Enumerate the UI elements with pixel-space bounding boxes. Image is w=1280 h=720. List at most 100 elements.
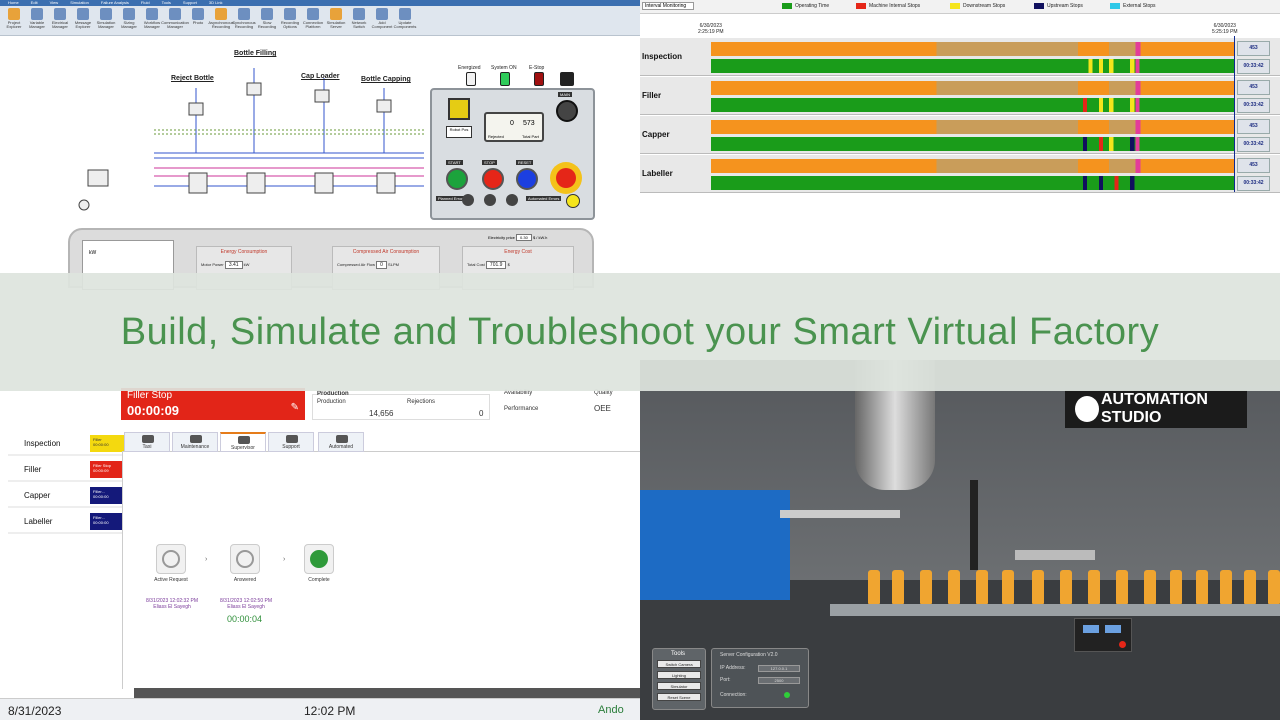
tab-taxi[interactable]: Taxi (124, 432, 170, 452)
answered-stamp: 8/31/2023 12:02:50 PM Eliass El Sayegh (220, 598, 272, 610)
bottle (868, 570, 880, 604)
sizing-manager-button[interactable]: Sizing Manager (119, 8, 139, 29)
simulation-manager-button[interactable]: Simulation Manager (96, 8, 116, 29)
bottle (1244, 570, 1256, 604)
update-icon (399, 8, 411, 20)
tab-home[interactable]: Home (8, 0, 19, 6)
pneumatic-cylinder (780, 510, 900, 518)
tab-support[interactable]: Support (183, 0, 197, 6)
tab-view[interactable]: View (50, 0, 59, 6)
taskbar: 8/31/2023 12:02 PM Ando (0, 698, 640, 720)
cycle-button[interactable] (448, 98, 470, 120)
andon-brand: Ando (598, 704, 624, 716)
bottle (892, 570, 904, 604)
workflow-manager-button[interactable]: Workflow Manager (142, 8, 162, 29)
support-icon (286, 435, 298, 443)
ip-address-field[interactable]: 127.0.0.1 (758, 665, 800, 672)
stop-duration: 00:33:42 (1237, 137, 1270, 152)
connection-status-dot (784, 692, 790, 698)
communication-manager-button[interactable]: Communication Manager (161, 8, 189, 29)
gauge-icon (236, 550, 254, 568)
stop-button[interactable] (482, 168, 504, 190)
selector-knob-3[interactable] (506, 194, 518, 206)
switch-camera-button[interactable]: Switch Camera (657, 660, 701, 668)
bottle (1144, 570, 1156, 604)
tab-supervisor[interactable]: Supervisor (220, 432, 266, 452)
tab-automated[interactable]: Automated (318, 432, 364, 452)
system-on-light (500, 72, 510, 86)
electrical-manager-button[interactable]: Electrical Manager (50, 8, 70, 29)
ribbon-buttons: Project Explorer Variable Manager Electr… (0, 6, 640, 31)
view-dropdown[interactable]: Interval Monitoring (642, 2, 694, 10)
tab-3d-link[interactable]: 3D Link (209, 0, 223, 6)
shift-bar (711, 42, 1235, 56)
connection-platform-button[interactable]: Connection Platform (303, 8, 323, 29)
start-button[interactable] (446, 168, 468, 190)
options-icon (284, 8, 296, 20)
bottle (1196, 570, 1208, 604)
port-field[interactable]: 2500 (758, 677, 800, 684)
shift-bar (711, 120, 1235, 134)
add-component-button[interactable]: Add Component (372, 8, 392, 29)
machine-list-item[interactable]: Inspection Filler 00:00:00 (8, 430, 128, 456)
sync-recording-button[interactable]: Synchronous Recording (232, 8, 256, 29)
timeline-row[interactable]: Filler 453 00:33:42 (640, 77, 1280, 115)
record-icon (238, 8, 250, 20)
horizontal-scrollbar[interactable] (134, 688, 640, 698)
project-icon (8, 8, 20, 20)
3d-simulation-view: AUTOMATION STUDIO Tools Switch Camera Li… (640, 360, 1280, 720)
update-components-button[interactable]: Update Components (394, 8, 416, 29)
tab-fluid[interactable]: Fluid (141, 0, 150, 6)
network-switch-button[interactable]: Network Switch (349, 8, 369, 29)
reset-scene-button[interactable]: Reset Scene (657, 693, 701, 701)
main-switch[interactable] (556, 100, 578, 122)
machine-list: Inspection Filler 00:00:00 Filler Filler Sto… (8, 430, 128, 534)
tab-edit[interactable]: Edit (31, 0, 38, 6)
timeline-row[interactable]: Labeller 453 00:33:42 (640, 155, 1280, 193)
robot-pos-display: Robot Pos (446, 126, 472, 138)
variable-manager-button[interactable]: Variable Manager (27, 8, 47, 29)
simulator-button[interactable]: Simulator (657, 682, 701, 690)
stop-duration: 00:33:42 (1237, 98, 1270, 113)
legend-operating: Operating Time (782, 3, 829, 9)
reset-button[interactable] (516, 168, 538, 190)
filler-stop-alert[interactable]: Filler Stop 00:00:09 ✎ (121, 388, 305, 420)
machine-name: Inspection (24, 439, 61, 448)
tab-simulation[interactable]: Simulation (70, 0, 89, 6)
automation-studio-logo: AUTOMATION STUDIO (1065, 390, 1247, 428)
timeline-row[interactable]: Inspection 453 00:33:42 (640, 38, 1280, 76)
lighting-button[interactable]: Lighting (657, 671, 701, 679)
counter-display: 0 573 Rejected Total Part (484, 112, 544, 142)
tab-tools[interactable]: Tools (162, 0, 171, 6)
bottle (1170, 570, 1182, 604)
machine-list-item[interactable]: Filler Filler Stop 00:00:09 (8, 456, 128, 482)
tab-maintenance[interactable]: Maintenance (172, 432, 218, 452)
legend-upstream: Upstream Stops (1034, 3, 1083, 9)
recording-options-button[interactable]: Recording Options (280, 8, 300, 29)
message-explorer-button[interactable]: Message Explorer (73, 8, 93, 29)
machine-list-item[interactable]: Capper Filler... 00:00:00 (8, 482, 128, 508)
photo-button[interactable]: Photo (188, 8, 208, 29)
edit-icon[interactable]: ✎ (291, 402, 299, 413)
tab-failure-analysis[interactable]: Failure Analysis (101, 0, 129, 6)
project-explorer-button[interactable]: Project Explorer (4, 8, 24, 29)
selector-knob-2[interactable] (484, 194, 496, 206)
date-display: 8/31/2023 (8, 704, 62, 718)
slow-recording-button[interactable]: Slow Recording (257, 8, 277, 29)
timeline-row[interactable]: Capper 453 00:33:42 (640, 116, 1280, 154)
machine-name: Labeller (24, 517, 53, 526)
timeline-row-name: Labeller (642, 169, 673, 178)
simulation-server-button[interactable]: Simulation Server (326, 8, 346, 29)
rejections-count: 0 (479, 409, 484, 418)
control-panel: Robot Pos 0 573 Rejected Total Part MAIN… (430, 88, 595, 220)
machine-list-item[interactable]: Labeller Filler... 00:00:00 (8, 508, 128, 534)
step-answered: Answered (227, 544, 263, 583)
tab-support[interactable]: Support (268, 432, 314, 452)
async-recording-button[interactable]: Asynchronous Recording (208, 8, 234, 29)
selector-knob-1[interactable] (462, 194, 474, 206)
yellow-pushbutton[interactable] (566, 194, 580, 208)
energized-label: Energized (458, 65, 481, 71)
message-icon (77, 8, 89, 20)
server-icon (330, 8, 342, 20)
emergency-stop-button[interactable] (556, 168, 576, 188)
